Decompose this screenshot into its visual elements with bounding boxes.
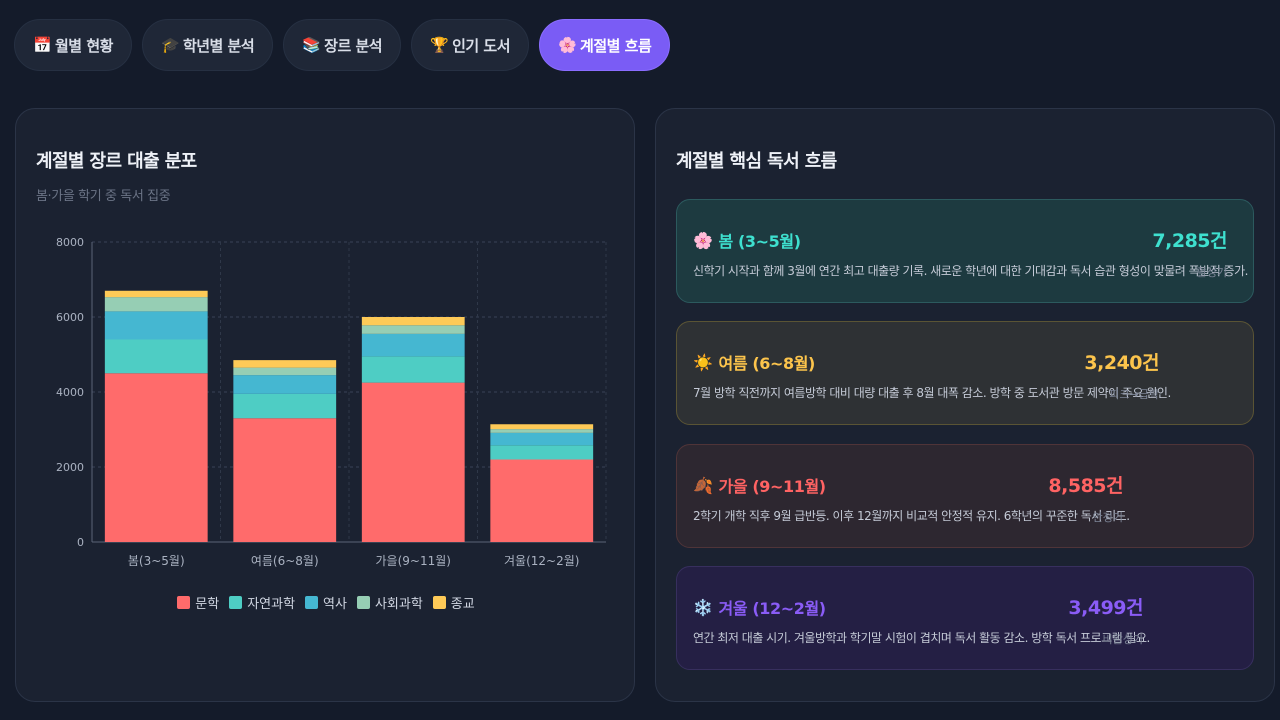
season-tag: 비활성기 [1102,633,1143,646]
tab-bar: 📅 월별 현황 🎓 학년별 분석 📚 장르 분석 🏆 인기 도서 🌸 계절별 흐… [14,19,671,71]
season-name: 가을 (9~11월) [718,477,827,496]
graduation-icon: 🎓 [160,36,180,54]
bar-segment [361,333,465,357]
tab-label: 계절별 흐름 [580,36,652,55]
season-card-spring[interactable]: 🌸 봄 (3~5월) 신학기 시작과 함께 3월에 연간 최고 대출량 기록. … [676,199,1254,303]
season-description: 7월 방학 직전까지 여름방학 대비 대량 대출 후 8월 대폭 감소. 방학 … [693,386,1171,400]
bar-segment [361,356,465,383]
calendar-icon: 📅 [33,36,52,54]
bar-segment [233,375,337,394]
bar-segment [104,373,208,542]
legend-item[interactable]: 문학 [177,593,219,612]
season-tag: 피크→급락 [1109,388,1159,401]
blossom-icon: 🌸 [693,230,713,250]
x-tick-label: 봄(3~5월) [128,554,185,568]
bar-segment [490,432,594,446]
season-description: 2학기 개학 직후 9월 급반등. 이후 12월까지 비교적 안정적 유지. 6… [693,509,1130,523]
legend-item[interactable]: 사회과학 [356,593,423,612]
season-card-summer[interactable]: ☀️ 여름 (6~8월) 7월 방학 직전까지 여름방학 대비 대량 대출 후 … [676,321,1254,425]
legend-label: 종교 [450,597,475,612]
tab-popular[interactable]: 🏆 인기 도서 [411,19,530,71]
legend-swatch [432,596,446,609]
blossom-icon: 🌸 [558,36,577,54]
books-icon: 📚 [302,36,321,54]
bar-segment [104,339,208,374]
season-tag: 활성기 [1196,266,1227,279]
season-count: 7,285건 [1152,230,1227,252]
legend-label: 사회과학 [374,597,423,612]
tab-label: 학년별 분석 [182,36,255,55]
bar-segment [233,367,337,376]
season-count: 3,240건 [1084,352,1159,374]
tab-monthly[interactable]: 📅 월별 현황 [14,19,132,71]
y-tick-label: 2000 [56,461,84,474]
sun-icon: ☀️ [693,352,713,372]
y-tick-label: 0 [77,536,84,549]
season-title: 🌸 봄 (3~5월) [693,228,801,252]
season-name: 여름 (6~8월) [718,354,816,373]
season-title: ☀️ 여름 (6~8월) [693,350,815,374]
bar-segment [490,445,594,460]
season-panel-title: 계절별 핵심 독서 흐름 [676,151,837,172]
legend-swatch [177,596,191,609]
tab-label: 장르 분석 [324,36,383,55]
bar-segment [490,424,594,430]
season-count: 3,499건 [1068,597,1143,619]
stacked-bar-chart: 0 2000 4000 6000 8000 봄(3~5월) 여름(6~8월) 가을(9~11월… [56,236,607,568]
legend-item[interactable]: 종교 [432,593,475,612]
x-tick-label: 겨울(12~2월) [504,554,579,568]
bar-segment [361,325,465,334]
x-tick-label: 가을(9~11월) [376,554,451,568]
season-name: 봄 (3~5월) [718,232,802,251]
legend-item[interactable]: 역사 [305,593,347,612]
y-tick-label: 8000 [56,236,84,249]
leaf-icon: 🍂 [693,475,713,495]
legend-label: 역사 [323,597,347,612]
bar-segment [104,297,208,312]
bar-segment [490,429,594,433]
y-tick-label: 4000 [56,386,84,399]
legend-item[interactable]: 자연과학 [229,593,295,612]
legend-swatch [229,596,243,609]
season-card-winter[interactable]: ❄️ 겨울 (12~2월) 연간 최저 대출 시기. 겨울방학과 학기말 시험이… [676,566,1254,670]
tab-label: 월별 현황 [55,36,113,55]
bar-segment [361,317,465,326]
tab-seasonal[interactable]: 🌸 계절별 흐름 [539,19,671,71]
season-flow-panel: 계절별 핵심 독서 흐름 🌸 봄 (3~5월) 신학기 시작과 함께 3월에 연… [655,108,1275,702]
tab-label: 인기 도서 [452,36,511,55]
season-title: ❄️ 겨울 (12~2월) [693,595,826,619]
season-card-autumn[interactable]: 🍂 가을 (9~11월) 2학기 개학 직후 9월 급반등. 이후 12월까지 … [676,444,1254,548]
bar-segment [361,382,465,542]
season-description: 신학기 시작과 함께 3월에 연간 최고 대출량 기록. 새로운 학년에 대한 … [693,264,1248,278]
season-tag: 안정기 [1092,511,1123,524]
legend-label: 자연과학 [247,597,296,612]
tab-grade[interactable]: 🎓 학년별 분석 [141,19,274,71]
bar-segment [490,459,594,542]
bar-segment [104,290,208,298]
chart-legend: 문학 자연과학 역사 사회과학 종교 [16,593,636,612]
legend-swatch [305,596,319,609]
x-tick-label: 여름(6~8월) [251,554,319,568]
legend-label: 문학 [195,597,220,612]
y-tick-label: 6000 [56,311,84,324]
season-count: 8,585건 [1048,475,1123,497]
bar-segment [104,311,208,340]
snowflake-icon: ❄️ [693,597,713,617]
bar-segment [233,418,337,542]
bar-segment [233,393,337,419]
genre-chart-panel: 계절별 장르 대출 분포 봄·가을 학기 중 독서 집중 0 2000 4000 60… [15,108,635,702]
tab-genre[interactable]: 📚 장르 분석 [283,19,402,71]
season-description: 연간 최저 대출 시기. 겨울방학과 학기말 시험이 겹치며 독서 활동 감소.… [693,631,1150,645]
trophy-icon: 🏆 [430,36,449,54]
season-title: 🍂 가을 (9~11월) [693,473,826,497]
season-name: 겨울 (12~2월) [718,599,827,618]
bar-segment [233,360,337,368]
legend-swatch [356,596,370,609]
